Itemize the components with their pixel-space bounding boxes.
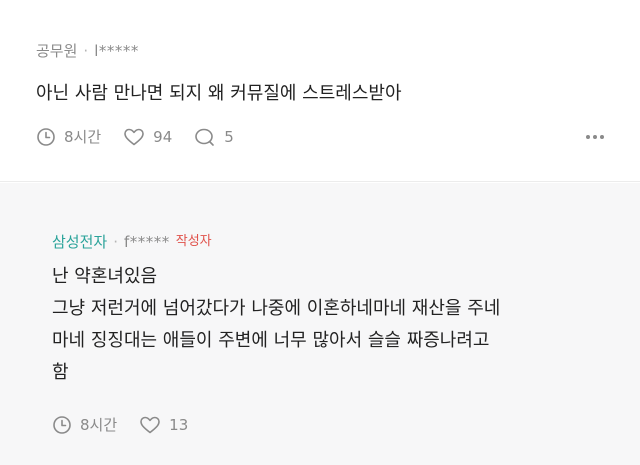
comment-meta: 공무원 · l***** <box>36 41 139 61</box>
more-dots-icon <box>586 135 604 139</box>
reply-text: 난 약혼녀있음 그냥 저런거에 넘어갔다가 나중에 이혼하네마네 재산을 주네 … <box>52 261 500 389</box>
comment-bubble-icon <box>195 128 215 146</box>
meta-separator: · <box>113 233 118 251</box>
comment-author[interactable]: 공무원 <box>36 41 77 61</box>
reply-text-line: 난 약혼녀있음 <box>52 266 158 287</box>
clock-icon <box>53 415 71 434</box>
heart-icon <box>140 416 160 433</box>
timestamp: 8시간 <box>52 414 117 435</box>
comment-user-id[interactable]: l***** <box>94 41 139 61</box>
writer-badge: 작성자 <box>175 234 212 249</box>
like-count: 94 <box>153 127 173 146</box>
clock-icon <box>37 127 55 146</box>
like-button[interactable]: 94 <box>123 127 172 147</box>
reply-text-line: 그냥 저런거에 넘어갔다가 나중에 이혼하네마네 재산을 주네 <box>52 298 501 319</box>
like-button[interactable]: 13 <box>139 415 188 435</box>
like-count: 13 <box>169 415 189 434</box>
reply-count: 5 <box>224 127 234 146</box>
reply-author[interactable]: 삼성전자 <box>52 232 107 252</box>
comment-text-line: 아닌 사람 만나면 되지 왜 커뮤질에 스트레스받아 <box>36 83 402 104</box>
heart-icon <box>124 128 144 145</box>
timestamp-text: 8시간 <box>64 128 102 146</box>
reply-text-line: 함 <box>52 362 69 383</box>
comment-text: 아닌 사람 만나면 되지 왜 커뮤질에 스트레스받아 <box>36 78 402 110</box>
meta-separator: · <box>83 42 89 60</box>
timestamp-text: 8시간 <box>80 416 118 434</box>
more-options-button[interactable] <box>584 129 606 145</box>
timestamp: 8시간 <box>36 126 101 147</box>
comment-actions: 8시간 94 5 <box>36 126 256 147</box>
reply-meta: 삼성전자 · f***** 작성자 <box>52 232 212 252</box>
reply-button[interactable]: 5 <box>194 127 234 147</box>
reply-user-id[interactable]: f***** <box>124 232 170 252</box>
comment-item: 공무원 · l***** 아닌 사람 만나면 되지 왜 커뮤질에 스트레스받아 … <box>0 0 640 182</box>
reply-text-line: 마네 징징대는 애들이 주변에 너무 많아서 슬슬 짜증나려고 <box>52 330 490 351</box>
reply-actions: 8시간 13 <box>52 414 210 435</box>
